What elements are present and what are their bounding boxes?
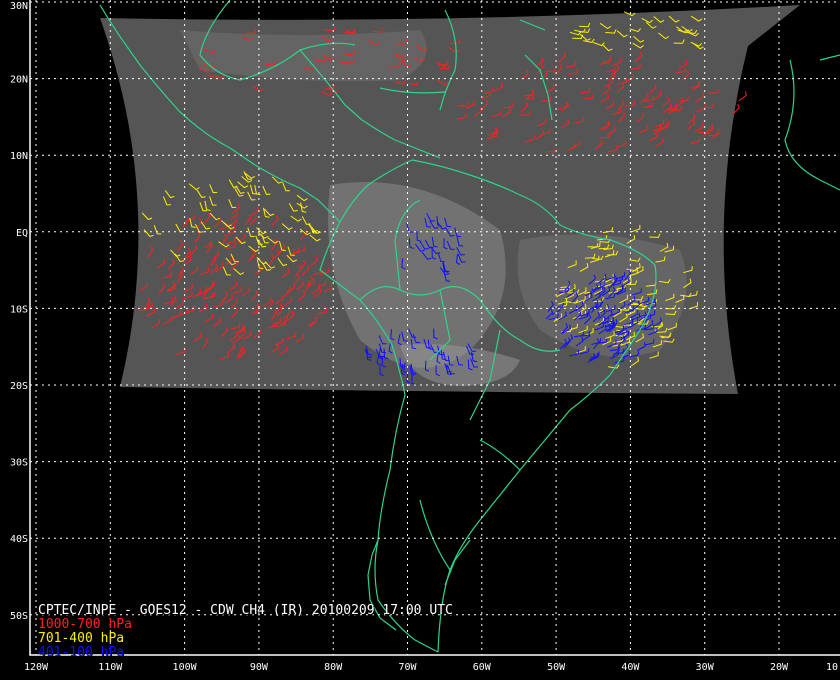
lon-label: 80W — [324, 662, 343, 673]
lat-label: 10S — [10, 304, 28, 315]
lat-label: EQ — [16, 228, 28, 239]
lon-label: 90W — [250, 662, 269, 673]
lon-label: 40W — [621, 662, 640, 673]
legend-mid-level: 701-400 hPa — [38, 631, 125, 646]
lon-label: 10 — [826, 662, 838, 673]
lat-label: 50S — [10, 611, 28, 622]
lon-label: 110W — [98, 662, 123, 673]
map-canvas: 30N 20N 10N EQ 10S 20S 30S 40S 50S 120W 110W 100W 90… — [0, 0, 840, 680]
lat-label: 30N — [10, 1, 28, 12]
satellite-image — [100, 5, 800, 394]
lon-label: 20W — [770, 662, 789, 673]
lon-label: 60W — [473, 662, 492, 673]
lat-label: 20N — [10, 75, 28, 86]
lat-label: 40S — [10, 534, 28, 545]
wind-map: 30N 20N 10N EQ 10S 20S 30S 40S 50S 120W 110W 100W 90… — [0, 0, 840, 680]
lat-label: 30S — [10, 458, 28, 469]
legend-low-level: 1000-700 hPa — [38, 617, 132, 632]
lon-label: 50W — [547, 662, 566, 673]
lon-label: 100W — [173, 662, 198, 673]
lon-label: 70W — [398, 662, 417, 673]
lon-label: 120W — [24, 662, 49, 673]
lat-label: 20S — [10, 381, 28, 392]
lon-label: 30W — [696, 662, 715, 673]
map-title: CPTEC/INPE - GOES12 - CDW CH4 (IR) 20100… — [38, 603, 453, 618]
lat-label: 10N — [10, 151, 28, 162]
legend-high-level: 401-100 hPa — [38, 645, 125, 660]
